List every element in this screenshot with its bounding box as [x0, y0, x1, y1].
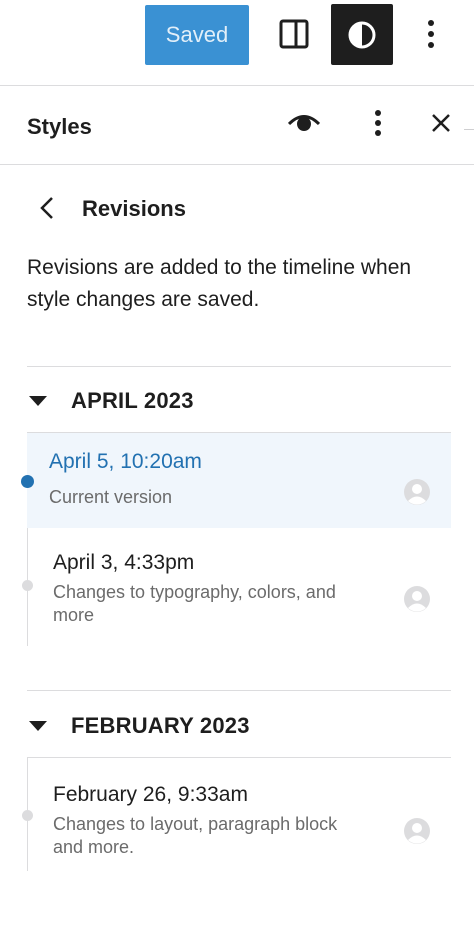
section-divider [27, 366, 451, 367]
month-label: APRIL 2023 [71, 388, 194, 413]
revisions-description: Revisions are added to the timeline when… [27, 252, 467, 316]
close-icon [432, 114, 450, 132]
global-styles-panel: Saved Styles Revisions Revisions are add… [0, 0, 474, 929]
month-toggle-february[interactable]: FEBRUARY 2023 [27, 713, 250, 739]
description-line: more [53, 605, 95, 625]
contrast-icon [348, 21, 376, 48]
revision-date: February 26, 9:33am [53, 783, 248, 806]
styles-more-button[interactable] [365, 101, 391, 145]
options-button[interactable] [416, 10, 446, 58]
chevron-left-icon [40, 197, 53, 219]
eye-icon [288, 115, 320, 131]
divider [464, 129, 474, 130]
revisions-title: Revisions [82, 196, 186, 221]
description-line: style changes are saved. [27, 288, 260, 311]
revision-list: February 26, 9:33am Changes to layout, p… [22, 757, 451, 871]
section-divider [27, 690, 451, 691]
avatar-icon [404, 586, 430, 612]
avatar-icon [404, 479, 430, 505]
caret-down-icon [27, 719, 49, 733]
styles-header: Styles [0, 87, 474, 165]
revision-description: Changes to layout, paragraph block and m… [53, 813, 337, 859]
editor-toolbar: Saved [0, 0, 474, 86]
revision-date: April 5, 10:20am [49, 450, 202, 473]
back-button[interactable] [32, 190, 62, 226]
description-line: Changes to typography, colors, and [53, 582, 336, 602]
close-button[interactable] [424, 101, 458, 145]
timeline-dot [22, 580, 33, 591]
styles-button[interactable] [331, 4, 393, 65]
revision-item[interactable]: April 3, 4:33pm Changes to typography, c… [22, 528, 451, 646]
sidebar-toggle-button[interactable] [268, 8, 320, 60]
more-vertical-icon [428, 20, 434, 48]
month-label: FEBRUARY 2023 [71, 713, 250, 738]
revision-description: Current version [49, 487, 173, 507]
revision-description: Changes to typography, colors, and more [53, 581, 336, 627]
revision-list: April 5, 10:20am Current version April 3… [21, 432, 451, 646]
description-line: Revisions are added to the timeline when [27, 256, 412, 279]
revision-item-current[interactable]: April 5, 10:20am Current version [21, 433, 451, 528]
description-line: Changes to layout, paragraph block [53, 814, 338, 834]
timeline-dot [21, 475, 34, 488]
description-line: and more. [53, 837, 135, 857]
sidebar-view-icon [279, 19, 309, 49]
revision-date: April 3, 4:33pm [53, 551, 195, 574]
revision-item[interactable]: February 26, 9:33am Changes to layout, p… [22, 758, 451, 871]
panel-title: Styles [27, 114, 92, 139]
timeline-dot [22, 810, 33, 821]
style-book-button[interactable] [284, 101, 324, 145]
more-vertical-icon [375, 110, 381, 136]
saved-button[interactable]: Saved [145, 5, 249, 65]
caret-down-icon [27, 394, 49, 408]
avatar-icon [404, 818, 430, 844]
month-toggle-april[interactable]: APRIL 2023 [27, 388, 194, 414]
